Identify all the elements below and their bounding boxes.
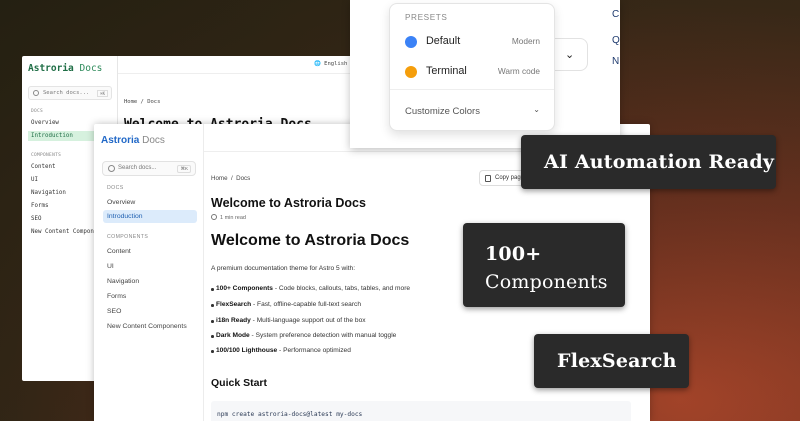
- preset-name: Terminal: [426, 65, 467, 77]
- sidebar-item-overview[interactable]: Overview: [103, 196, 197, 209]
- theme-select[interactable]: ⌄: [552, 38, 588, 71]
- search-icon: [108, 165, 115, 172]
- chevron-down-icon[interactable]: ⌄: [533, 105, 540, 114]
- sidebar-item-new-content[interactable]: New Content Components: [103, 320, 197, 333]
- front-section-docs: DOCS: [107, 185, 124, 191]
- back-brand[interactable]: Astroria Docs: [28, 63, 102, 74]
- front-search-input[interactable]: Search docs... ⌘K: [102, 161, 196, 176]
- sidebar-item-seo[interactable]: SEO: [103, 305, 197, 318]
- callout-line: Components: [485, 271, 608, 293]
- preset-option-default[interactable]: Default Modern: [390, 30, 554, 54]
- quick-start-heading: Quick Start: [211, 377, 268, 389]
- code-block[interactable]: npm create astroria-docs@latest my-docs: [211, 401, 631, 421]
- settings-panel-edge: C Q N: [598, 0, 620, 148]
- back-section-docs: DOCS: [31, 109, 44, 114]
- color-swatch: [405, 66, 417, 78]
- feature-item: 100/100 Lighthouse - Performance optimiz…: [211, 347, 351, 354]
- sidebar-item-forms[interactable]: Forms: [103, 290, 197, 303]
- preset-note: Modern: [511, 36, 540, 46]
- sidebar-item-content[interactable]: Content: [103, 245, 197, 258]
- page-title: Welcome to Astroria Docs: [211, 196, 366, 210]
- edge-text: C: [612, 9, 620, 20]
- preset-note: Warm code: [497, 66, 540, 76]
- shortcut-badge: ⌘K: [177, 165, 191, 173]
- feature-item: FlexSearch - Fast, offline-capable full-…: [210, 301, 362, 308]
- callout-ai-automation: AI Automation Ready: [521, 135, 776, 189]
- breadcrumb: Home / Docs: [211, 175, 251, 182]
- read-time: 1 min read: [211, 214, 246, 221]
- back-section-components: COMPONENTS: [31, 153, 62, 158]
- shortcut-badge: ⌘K: [97, 90, 108, 97]
- color-swatch: [405, 36, 417, 48]
- customize-colors-button[interactable]: Customize Colors: [405, 106, 480, 117]
- front-section-components: COMPONENTS: [107, 234, 149, 240]
- breadcrumb-docs[interactable]: Docs: [236, 175, 250, 182]
- back-language-selector[interactable]: 🌐 English: [314, 61, 347, 67]
- divider: [390, 89, 554, 90]
- presets-dropdown: PRESETS Default Modern Terminal Warm cod…: [389, 3, 555, 131]
- sidebar-item-navigation[interactable]: Navigation: [103, 275, 197, 288]
- sidebar-item-introduction[interactable]: Introduction: [103, 210, 197, 223]
- preset-name: Default: [426, 35, 461, 47]
- callout-flexsearch: FlexSearch: [534, 334, 689, 388]
- callout-line: 100+: [485, 243, 542, 265]
- clock-icon: [211, 214, 217, 220]
- callout-components: 100+ Components: [463, 223, 625, 307]
- breadcrumb-home[interactable]: Home: [211, 175, 228, 182]
- front-brand[interactable]: Astroria Docs: [101, 135, 165, 146]
- chevron-down-icon: ⌄: [565, 49, 575, 61]
- sidebar-item-ui[interactable]: UI: [103, 260, 197, 273]
- presets-header: PRESETS: [405, 13, 448, 22]
- feature-item: 100+ Components - Code blocks, callouts,…: [210, 285, 411, 292]
- edge-text: N: [612, 56, 620, 67]
- back-search-input[interactable]: Search docs... ⌘K: [28, 86, 112, 100]
- content-description: A premium documentation theme for Astro …: [211, 265, 356, 272]
- feature-item: i18n Ready - Multi-language support out …: [211, 317, 366, 324]
- content-heading: Welcome to Astroria Docs: [211, 232, 410, 249]
- back-breadcrumb: Home / Docs: [124, 99, 161, 105]
- copy-icon: [485, 175, 491, 182]
- preset-option-terminal[interactable]: Terminal Warm code: [390, 60, 554, 84]
- search-icon: [33, 90, 39, 96]
- edge-text: Q: [612, 35, 620, 46]
- feature-item: Dark Mode - System preference detection …: [210, 332, 397, 339]
